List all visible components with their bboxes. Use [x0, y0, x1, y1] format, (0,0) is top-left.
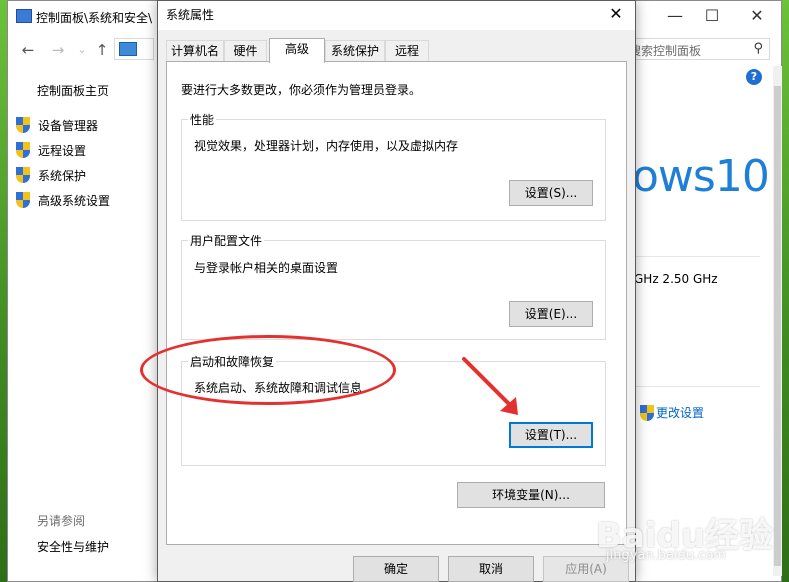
performance-group: 性能 视觉效果，处理器计划，内存使用，以及虚拟内存 设置(S)...	[181, 111, 606, 221]
user-profiles-group: 用户配置文件 与登录帐户相关的桌面设置 设置(E)...	[181, 232, 606, 340]
sidebar-item-device-manager[interactable]: 设备管理器	[16, 115, 98, 135]
help-icon[interactable]: ?	[746, 69, 762, 85]
cpu-speed-text: GHz 2.50 GHz	[634, 272, 718, 286]
search-icon: ⚲	[753, 41, 763, 56]
control-panel-title: 控制面板\系统和安全\	[36, 11, 153, 25]
shield-icon	[16, 117, 30, 133]
sidebar-item-label: 设备管理器	[38, 118, 99, 133]
forward-arrow-icon[interactable]: →	[48, 40, 68, 60]
tab-computer-name[interactable]: 计算机名	[166, 40, 224, 62]
change-settings-label: 更改设置	[656, 406, 705, 420]
performance-label: 性能	[188, 111, 217, 128]
pointer-arrow-icon	[462, 357, 518, 415]
maximize-icon[interactable]: ☐	[698, 5, 726, 27]
sidebar-item-advanced-settings[interactable]: 高级系统设置	[16, 190, 110, 210]
user-profiles-label: 用户配置文件	[188, 232, 265, 249]
sidebar-item-label: 远程设置	[38, 143, 87, 158]
performance-description: 视觉效果，处理器计划，内存使用，以及虚拟内存	[194, 139, 459, 153]
sidebar-item-remote-settings[interactable]: 远程设置	[16, 140, 86, 160]
recent-chevron-icon[interactable]: ⌄	[72, 40, 92, 60]
address-input[interactable]	[114, 38, 154, 60]
environment-variables-button[interactable]: 环境变量(N)...	[457, 482, 605, 508]
sidebar-item-label: 系统保护	[38, 168, 87, 183]
search-input[interactable]: 搜索控制面板 ⚲	[624, 38, 770, 60]
user-profiles-description: 与登录帐户相关的桌面设置	[194, 261, 339, 275]
tab-system-protection[interactable]: 系统保护	[325, 40, 385, 62]
dialog-title: 系统属性	[166, 8, 215, 22]
advanced-tab-panel: 要进行大多数更改，你必须作为管理员登录。 性能 视觉效果，处理器计划，内存使用，…	[166, 61, 627, 545]
windows-brand-text: ows10	[632, 151, 770, 202]
search-placeholder: 搜索控制面板	[629, 44, 702, 58]
shield-icon	[640, 404, 654, 421]
startup-recovery-settings-button[interactable]: 设置(T)...	[509, 422, 593, 448]
performance-settings-button[interactable]: 设置(S)...	[509, 180, 593, 206]
shield-icon	[16, 167, 30, 183]
divider	[630, 256, 760, 257]
dialog-titlebar: 系统属性 ✕	[158, 1, 635, 30]
sidebar-item-label: 高级系统设置	[38, 193, 111, 208]
minimize-icon[interactable]: —	[661, 5, 689, 27]
tab-advanced[interactable]: 高级	[269, 38, 325, 63]
highlight-ellipse	[140, 335, 396, 405]
scrollbar-thumb[interactable]	[774, 86, 781, 566]
computer-icon	[119, 42, 137, 56]
see-also-heading: 另请参阅	[37, 514, 86, 528]
back-arrow-icon[interactable]: ←	[18, 40, 38, 60]
control-panel-sidebar: 控制面板主页 设备管理器 远程设置 系统保护 高级系统设置 另请参阅 安全性与维…	[8, 66, 158, 576]
shield-icon	[16, 192, 30, 208]
ok-button[interactable]: 确定	[353, 556, 439, 582]
system-properties-dialog: 系统属性 ✕ 计算机名 硬件 高级 系统保护 远程 要进行大多数更改，你必须作为…	[157, 0, 636, 582]
vertical-scrollbar[interactable]	[773, 66, 782, 576]
change-settings-link[interactable]: 更改设置	[640, 404, 704, 421]
close-icon[interactable]: ✕	[605, 3, 627, 25]
sidebar-item-system-protection[interactable]: 系统保护	[16, 165, 86, 185]
cancel-button[interactable]: 取消	[448, 556, 534, 582]
control-panel-home-link[interactable]: 控制面板主页	[37, 82, 109, 99]
close-icon[interactable]: ✕	[743, 5, 771, 27]
admin-note: 要进行大多数更改，你必须作为管理员登录。	[181, 83, 422, 97]
up-arrow-icon[interactable]: ↑	[92, 40, 112, 60]
security-maintenance-link[interactable]: 安全性与维护	[37, 538, 109, 555]
shield-icon	[16, 142, 30, 158]
tab-hardware[interactable]: 硬件	[224, 40, 267, 62]
baidu-watermark-url: jingyan.baidu.com	[606, 548, 726, 563]
tab-remote[interactable]: 远程	[385, 40, 429, 62]
user-profiles-settings-button[interactable]: 设置(E)...	[509, 301, 593, 327]
control-panel-icon	[16, 9, 32, 23]
divider	[630, 386, 760, 387]
